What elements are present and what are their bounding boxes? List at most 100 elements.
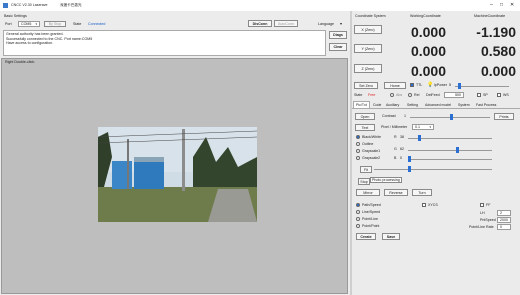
b-slider-thumb[interactable] [408,156,411,162]
sp-checkbox[interactable] [477,93,481,97]
tab-advanced-model[interactable]: Advanced model [423,102,453,108]
minimize-icon[interactable]: – [490,2,493,8]
outline-radio[interactable] [356,142,360,146]
xycs-checkbox[interactable] [422,203,426,207]
disconnect-button[interactable]: DisConn [248,20,272,27]
tab-code[interactable]: Code [371,102,383,108]
delfeed-value: 500 [455,93,461,97]
port-select[interactable]: COM5 ▾ [18,21,40,27]
point-point-radio[interactable] [356,224,360,228]
y-zero-button[interactable]: Y (Zero) [354,44,382,53]
lpower-slider-track[interactable] [455,86,509,87]
maximize-icon[interactable]: □ [500,2,503,8]
point-line-label: Point/Line [362,217,378,221]
tab-setting[interactable]: Setting [405,102,420,108]
pixel-value: 0.1 [415,125,420,129]
window-subtitle: 深度卡巴激光 [60,3,82,7]
lpower-slider-thumb[interactable] [458,83,461,89]
z-zero-button[interactable]: Z (Zero) [354,64,382,73]
auto-connect-button[interactable]: AutoConn [274,20,298,27]
grayscale2-radio[interactable] [356,156,360,160]
photo-processing-tooltip: Photo processing [370,177,402,183]
delfeed-input[interactable]: 500 [444,92,464,98]
tab-pic-txt[interactable]: Pic/Txt [353,101,370,108]
save-button[interactable]: Save [382,233,400,240]
point-point-label: Point/Point [362,224,380,228]
tab-system[interactable]: System [456,102,472,108]
diags-button[interactable]: Diags [329,31,347,39]
black-white-radio[interactable] [356,135,360,139]
tab-basic-settings[interactable]: Basic Settings [4,14,27,18]
g-slider-thumb[interactable] [456,147,459,153]
text-button[interactable]: Text [355,124,375,131]
b-value: 0 [400,156,402,160]
reverse-button[interactable]: Reverse [384,189,408,196]
pnt-speed-input[interactable]: 2000 [497,217,511,223]
create-button[interactable]: Create [356,233,376,240]
lh-label: LH [480,211,485,215]
contrast-value: 1 [404,114,406,118]
grayscale1-radio[interactable] [356,149,360,153]
x-machine-value: -1.190 [476,24,516,40]
g-slider-track[interactable] [408,150,492,151]
outline-label: Outline [362,142,374,146]
contrast-slider-thumb[interactable] [450,114,453,120]
coord-header-work: WorkingCoordinate [410,14,441,18]
b-slider-track[interactable] [408,159,492,160]
y-machine-value: 0.580 [480,43,516,59]
sp-label: SP [483,93,488,97]
pnt-line-rate-input[interactable]: 0 [497,224,511,230]
left-panel: Basic Settings Port COM5 ▾ By Stop State… [0,11,350,295]
r-label: R [394,135,397,139]
grayscale1-label: Grayscale1 [362,149,381,153]
set-zero-button[interactable]: Set Zero [354,82,378,89]
coord-header-system: Coordinate System [355,14,386,18]
r-value: 38 [400,135,404,139]
x-zero-button[interactable]: X (Zero) [354,25,382,34]
canvas-hint: Right Double-click: [5,60,35,64]
stop-button[interactable]: By Stop [44,21,66,27]
print-button[interactable]: Prints [494,113,514,120]
lh-input[interactable]: 2 [497,210,511,216]
rel-radio[interactable] [408,93,412,97]
chevron-down-icon[interactable]: ▾ [340,21,342,26]
fit-slider-track[interactable] [374,169,492,170]
ws-checkbox[interactable] [497,93,501,97]
preview-image[interactable] [98,127,257,222]
pnt-line-rate-label: Point/Line Rate [469,225,494,229]
fit-slider-thumb[interactable] [408,166,411,172]
ttl-label: TTL [416,83,423,87]
chevron-down-icon: ▾ [429,125,431,129]
log-line: Have access to configuration. [6,41,54,46]
grayscale2-label: Grayscale2 [362,156,381,160]
fit-button[interactable]: Fit [360,166,372,173]
ff-checkbox[interactable] [480,203,484,207]
z-machine-value: 0.000 [480,63,516,79]
clear-button[interactable]: Clear [329,43,347,51]
abs-radio[interactable] [390,93,394,97]
xycs-label: XYCS [428,203,438,207]
point-line-radio[interactable] [356,217,360,221]
path-speed-radio[interactable] [356,203,360,207]
turn-button[interactable]: Turn [412,189,432,196]
tab-fast-process[interactable]: Fast Process [474,102,498,108]
state-value: Connected [88,22,106,26]
close-icon[interactable]: ✕ [510,2,514,8]
pixel-select[interactable]: 0.1 ▾ [412,124,434,130]
r-slider-thumb[interactable] [418,135,421,141]
pnt-speed-value: 2000 [500,218,508,222]
line-speed-radio[interactable] [356,210,360,214]
ttl-checkbox[interactable] [410,83,414,87]
canvas-area[interactable]: Right Double-click: [1,58,348,294]
stop-process-button[interactable]: Stop [358,178,370,185]
mirror-button[interactable]: Mirror [356,189,380,196]
language-label[interactable]: Language [318,22,334,26]
tab-auxiliary[interactable]: Auxiliary [384,102,401,108]
abs-label: Abs [396,93,403,97]
lh-value: 2 [500,211,502,215]
coord-header-machine: MachineCoordinate [474,14,506,18]
pnt-speed-label: PntSpeed [480,218,496,222]
y-work-value: 0.000 [410,43,446,59]
home-button[interactable]: Home [384,82,406,89]
open-button[interactable]: Open [355,113,375,120]
